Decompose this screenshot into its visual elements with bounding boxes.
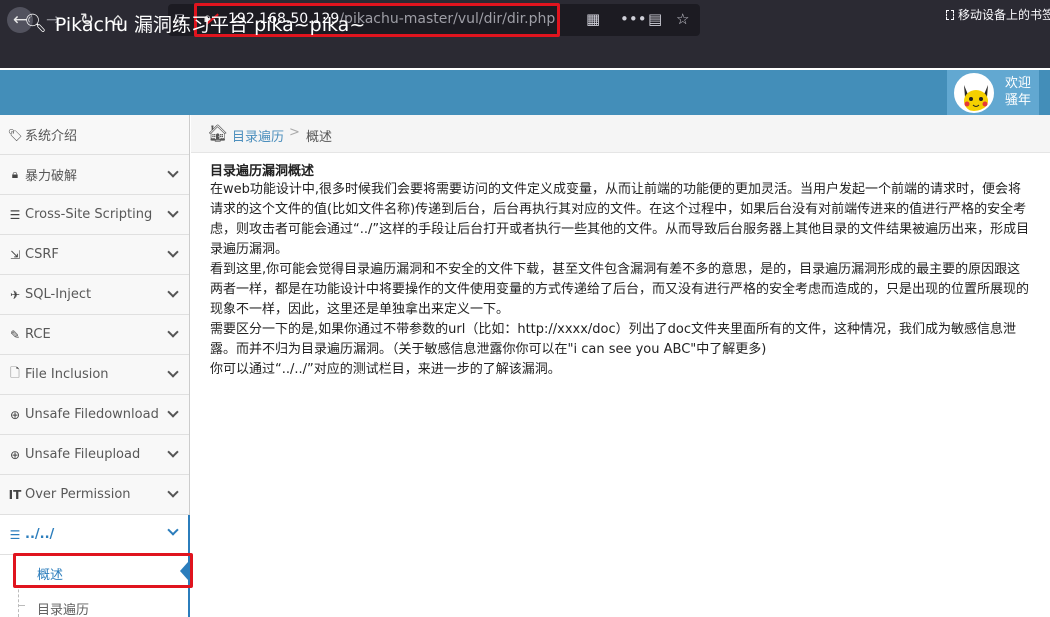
- sidebar-item-file-inclusion[interactable]: 🗋︎ File Inclusion: [0, 355, 189, 395]
- reader-view-icon[interactable]: ▤: [648, 9, 662, 29]
- welcome-label: 欢迎: [1005, 76, 1032, 91]
- brand-title: Pikachu 漏洞练习平台 pika~pika~: [54, 14, 366, 36]
- sidebar-item-label: Over Permission: [25, 487, 131, 502]
- lock-icon: 🔒︎: [11, 167, 19, 181]
- content-paragraph: 在web功能设计中,很多时候我们会要将需要访问的文件定义成变量，从而让前端的功能…: [210, 182, 1030, 257]
- sidebar-item-label: Unsafe Filedownload: [25, 407, 159, 422]
- plane-icon: ✈: [9, 287, 21, 302]
- home-icon[interactable]: 🏠︎: [207, 124, 229, 144]
- chevron-down-icon: [167, 326, 179, 338]
- content-paragraph: 看到这里,你可能会觉得目录遍历漏洞和不安全的文件下载，甚至文件包含漏洞有差不多的…: [210, 262, 1030, 317]
- sidebar-item-rce[interactable]: ✎ RCE: [0, 315, 189, 355]
- sidebar-item-label: ../../: [25, 527, 55, 542]
- submenu-dash: [19, 605, 25, 606]
- download-icon: ⊕: [9, 407, 21, 422]
- breadcrumb-current: 概述: [306, 130, 333, 145]
- chevron-down-icon: [167, 446, 179, 458]
- sidebar-item-xss[interactable]: ☰ Cross-Site Scripting: [0, 195, 189, 235]
- chevron-down-icon: [167, 486, 179, 498]
- more-actions-icon[interactable]: •••: [620, 9, 647, 29]
- content-paragraph: 你可以通过“../../”对应的测试栏目，来进一步的了解该漏洞。: [210, 362, 561, 377]
- chevron-down-icon: [167, 246, 179, 258]
- key-icon: 🔍︎: [24, 13, 47, 34]
- list-icon: ☰: [9, 527, 21, 542]
- sidebar-item-dir-traversal[interactable]: ☰ ../../: [0, 515, 189, 555]
- mobile-bookmarks-label: 移动设备上的书签: [958, 8, 1050, 22]
- sidebar-item-label: File Inclusion: [25, 367, 109, 382]
- file-icon: 🗋︎: [10, 366, 20, 380]
- sidebar-item-label: 暴力破解: [25, 169, 78, 184]
- mobile-bookmarks[interactable]: 移动设备上的书签: [946, 6, 1050, 23]
- chevron-down-icon: [167, 166, 179, 178]
- sidebar-item-label: Unsafe Fileupload: [25, 447, 141, 462]
- sidebar-item-label: 系统介绍: [25, 129, 78, 144]
- chevron-up-icon: [167, 524, 179, 536]
- share-icon: ⇲: [9, 247, 21, 262]
- brand[interactable]: 🔍︎ Pikachu 漏洞练习平台 pika~pika~: [24, 10, 365, 37]
- bookmark-star-icon[interactable]: ☆: [676, 9, 689, 29]
- folder-icon: [946, 10, 954, 20]
- content-paragraph: 需要区分一下的是,如果你通过不带参数的url（比如：http://xxxx/do…: [210, 322, 1017, 357]
- sidebar-item-label: SQL-Inject: [25, 287, 92, 302]
- submenu-highlight-box: [13, 553, 193, 588]
- sidebar-item-unsafe-filedownload[interactable]: ⊕ Unsafe Filedownload: [0, 395, 189, 435]
- sidebar-item-label: CSRF: [25, 247, 59, 262]
- app-header: [0, 70, 1050, 115]
- text-cursor-icon: IT: [8, 487, 22, 502]
- submenu-item-label: 目录遍历: [37, 603, 90, 617]
- main-content: 目录遍历漏洞概述 在web功能设计中,很多时候我们会要将需要访问的文件定义成变量…: [210, 164, 1030, 380]
- breadcrumb-link[interactable]: 目录遍历: [232, 126, 284, 145]
- user-name: 骚年: [1005, 93, 1032, 108]
- sidebar-item-brute-force[interactable]: 🔒︎ 暴力破解: [0, 155, 189, 195]
- upload-icon: ⊕: [9, 447, 21, 462]
- submenu-item-dir-traversal[interactable]: 目录遍历: [16, 590, 188, 617]
- chevron-down-icon: [167, 366, 179, 378]
- tag-icon: 🏷︎: [7, 127, 23, 142]
- sidebar-item-label: RCE: [25, 327, 51, 342]
- qr-code-icon[interactable]: ▦: [586, 9, 600, 29]
- chevron-down-icon: [167, 406, 179, 418]
- list-icon: ☰: [9, 207, 21, 222]
- sidebar-item-sqli[interactable]: ✈ SQL-Inject: [0, 275, 189, 315]
- chevron-down-icon: [167, 206, 179, 218]
- pencil-icon: ✎: [9, 327, 21, 342]
- content-heading: 目录遍历漏洞概述: [210, 164, 315, 179]
- breadcrumb-separator: >: [289, 125, 300, 140]
- avatar[interactable]: [954, 73, 994, 113]
- sidebar-item-label: Cross-Site Scripting: [25, 207, 153, 222]
- sidebar-item-csrf[interactable]: ⇲ CSRF: [0, 235, 189, 275]
- user-greeting[interactable]: 欢迎 骚年: [1005, 75, 1035, 109]
- sidebar-item-intro[interactable]: 🏷︎ 系统介绍: [0, 115, 189, 155]
- chevron-down-icon: [167, 286, 179, 298]
- sidebar-item-over-permission[interactable]: IT Over Permission: [0, 475, 189, 515]
- bookmark-bar: [0, 40, 1050, 68]
- sidebar-item-unsafe-fileupload[interactable]: ⊕ Unsafe Fileupload: [0, 435, 189, 475]
